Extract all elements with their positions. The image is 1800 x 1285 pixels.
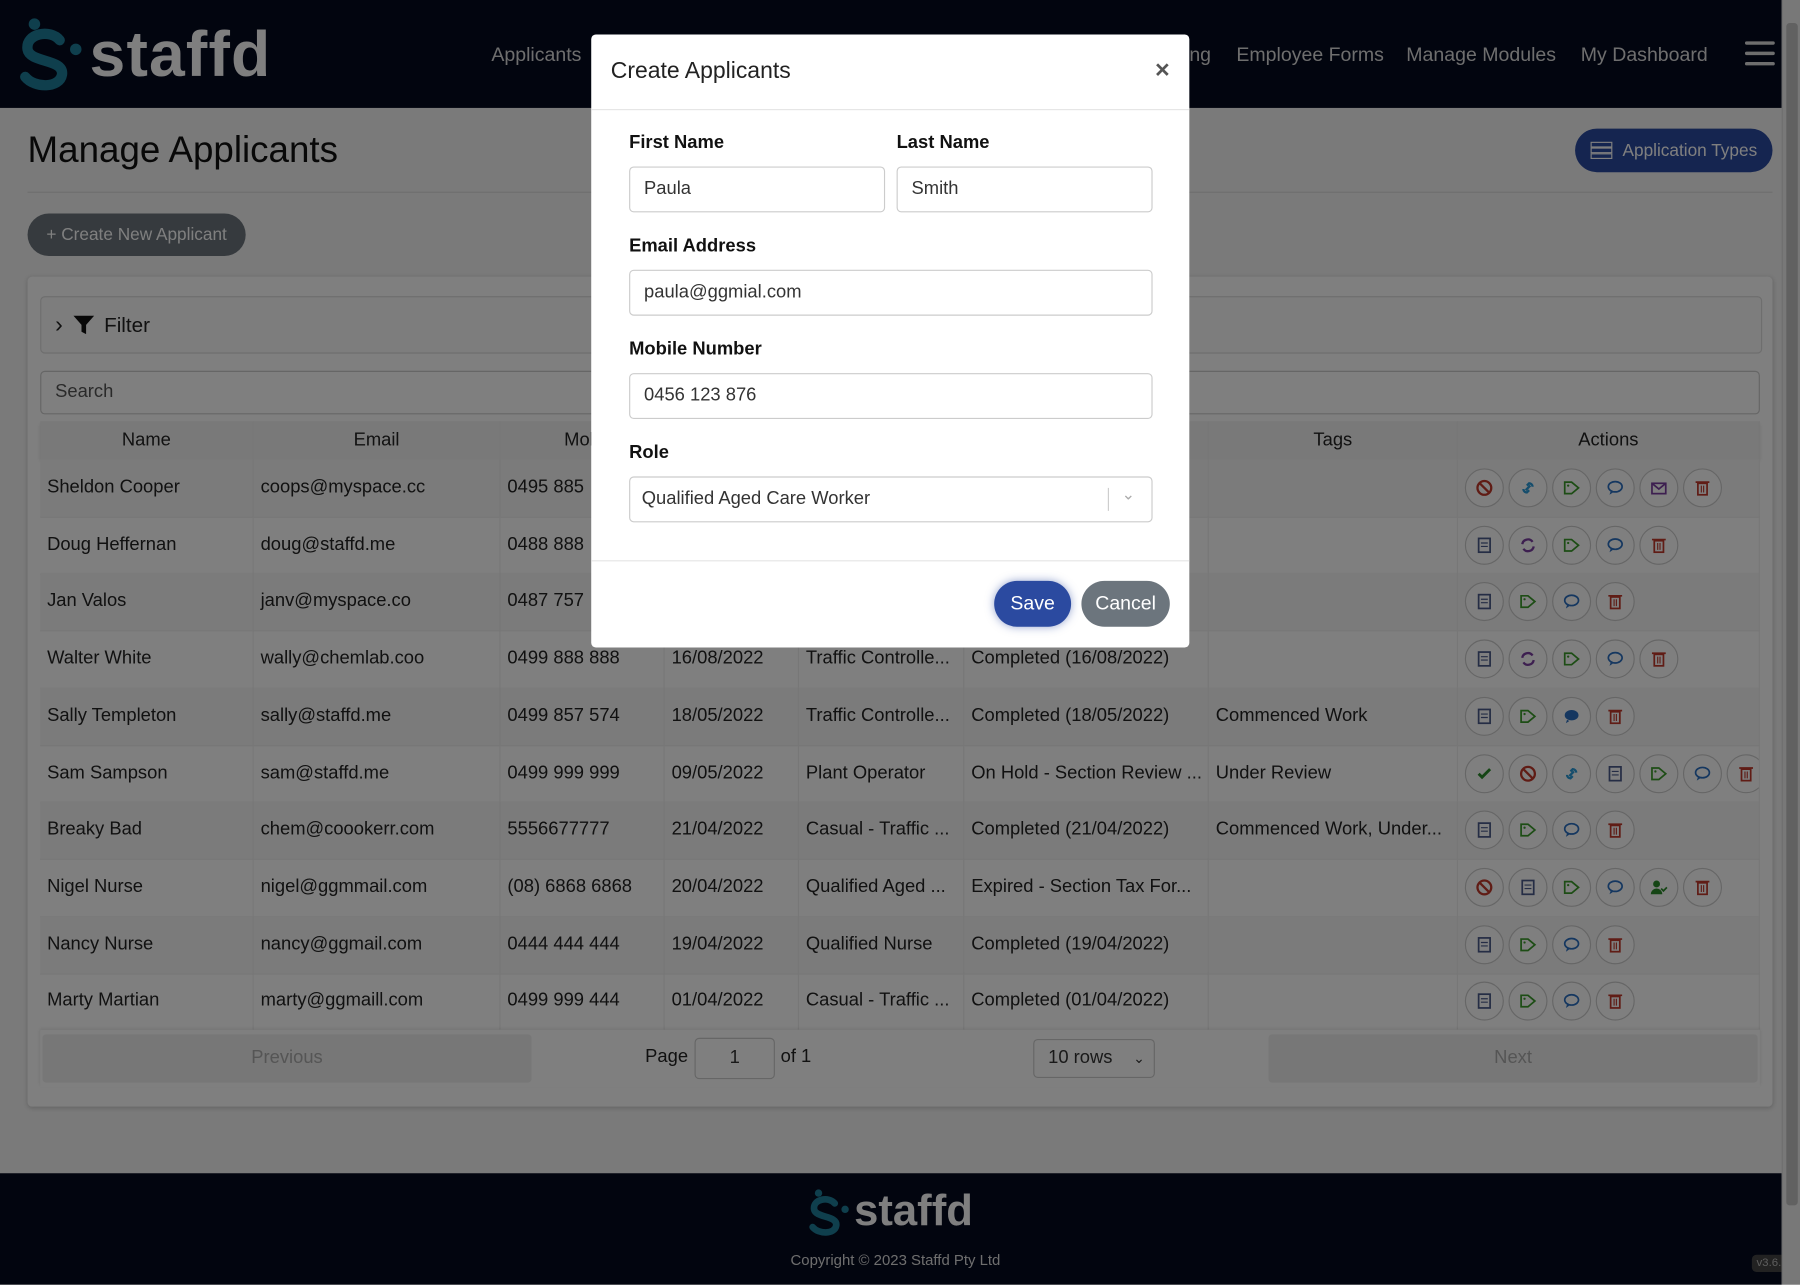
close-icon[interactable]: × [1155,55,1170,85]
email-label: Email Address [629,236,757,257]
modal-title: Create Applicants [610,58,791,84]
first-name-field[interactable]: Paula [629,166,886,213]
last-name-label: Last Name [896,133,990,153]
modal-footer-divider [591,560,1190,562]
role-label: Role [629,443,669,463]
app: staffd Applicants ng Employee Forms Mana… [0,0,1800,1285]
select-separator [1107,487,1109,511]
first-name-label: First Name [629,133,725,153]
save-button[interactable]: Save [994,580,1072,627]
chevron-down-icon: ⌄ [1121,484,1136,503]
cancel-button[interactable]: Cancel [1081,580,1170,627]
role-select[interactable]: Qualified Aged Care Worker ⌄ [629,476,1153,523]
last-name-field[interactable]: Smith [896,166,1153,213]
mobile-label: Mobile Number [629,339,762,360]
role-value: Qualified Aged Care Worker [641,489,871,509]
mobile-field[interactable]: 0456 123 876 [629,373,1153,420]
create-applicant-modal: Create Applicants × First Name Last Name … [591,34,1190,648]
email-field[interactable]: paula@ggmial.com [629,269,1153,316]
